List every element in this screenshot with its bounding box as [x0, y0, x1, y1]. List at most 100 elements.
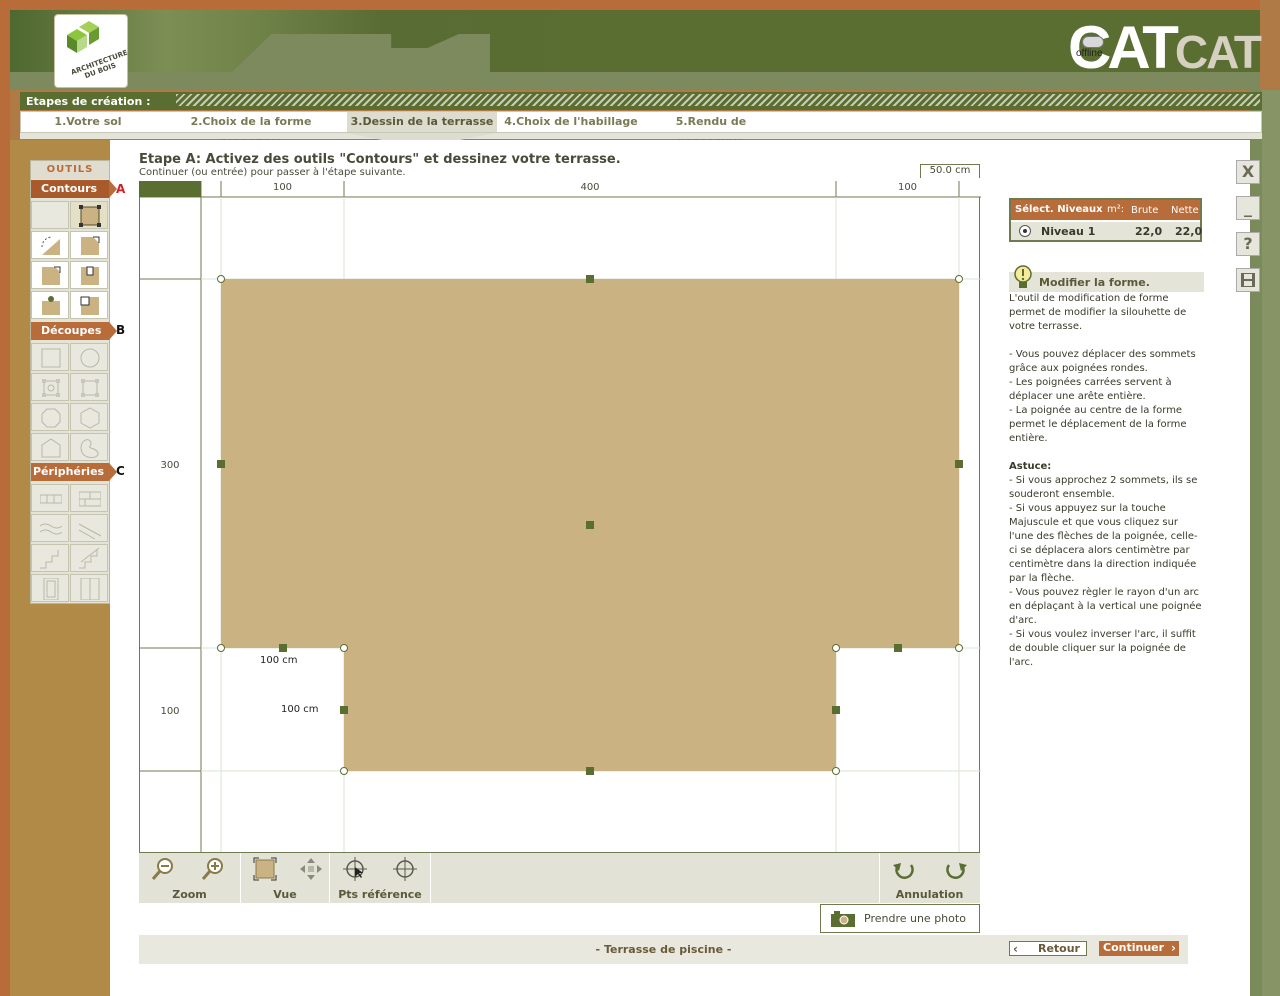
fit-view-button[interactable]: [241, 853, 289, 885]
tool-cut-rect-handles[interactable]: [70, 373, 108, 401]
tab-habillage[interactable]: 4.Choix de l'habillage: [501, 112, 641, 132]
save-button[interactable]: [1236, 268, 1260, 292]
tool-stairs[interactable]: [31, 544, 69, 572]
help-text: L'outil de modification de forme permet …: [1009, 292, 1204, 670]
tool-modify-shape[interactable]: [70, 201, 108, 229]
tool-cut-frame[interactable]: [31, 373, 69, 401]
tool-waves[interactable]: [31, 514, 69, 542]
back-label: Retour: [1037, 942, 1080, 955]
pts-reference-label: Pts référence: [338, 888, 422, 901]
help-button[interactable]: ?: [1236, 232, 1260, 256]
crosshair-icon: [393, 857, 417, 881]
levels-col-brute: Brute: [1131, 205, 1159, 216]
circle-cut-icon: [80, 348, 100, 368]
right-edge: [1262, 90, 1280, 996]
vue-label: Vue: [273, 888, 297, 901]
tool-notch[interactable]: [70, 261, 108, 289]
zoom-in-icon: [201, 858, 223, 880]
level-brute: 22,0: [1135, 225, 1163, 238]
scale-indicator: 50.0 cm: [920, 164, 980, 178]
pan-view-button[interactable]: [287, 853, 335, 885]
rect-handles-icon: [81, 379, 99, 397]
undo-button[interactable]: [881, 853, 929, 885]
reference-point-select-button[interactable]: [331, 853, 379, 885]
tool-cut-circle[interactable]: [70, 343, 108, 371]
levels-panel: Sélect. Niveaux m²: Brute Nette Niveau 1…: [1009, 198, 1202, 242]
architecture-du-bois-logo[interactable]: ARCHITECTURE DU BOIS: [54, 14, 129, 88]
left-border: [0, 0, 10, 996]
tab-rendu[interactable]: 5.Rendu de l'ensemble: [643, 112, 779, 148]
continue-button[interactable]: Continuer ›: [1099, 941, 1179, 956]
tool-door[interactable]: [31, 574, 69, 602]
take-photo-button[interactable]: Prendre une photo: [820, 904, 980, 933]
tools-title: OUTILS: [31, 161, 109, 179]
continue-label: Continuer: [1103, 941, 1165, 954]
status-label: offline: [1076, 48, 1103, 59]
brand-secondary: CAT: [1174, 26, 1262, 78]
tab-votre-sol[interactable]: 1.Votre sol: [21, 112, 155, 132]
tool-bricks[interactable]: [31, 484, 69, 512]
tool-stairs-rail[interactable]: [70, 544, 108, 572]
reference-point-button[interactable]: [381, 853, 429, 885]
tool-diagonal[interactable]: [70, 514, 108, 542]
tool-cut-square[interactable]: [31, 343, 69, 371]
top-border: [0, 0, 1280, 10]
stairs-rail-icon: [79, 548, 100, 569]
tool-remove-corner[interactable]: [70, 291, 108, 319]
zoom-in-button[interactable]: [189, 853, 237, 885]
tool-cut-hexagon[interactable]: [70, 403, 108, 431]
tool-add-point[interactable]: [31, 291, 69, 319]
section-letter-a: A: [116, 182, 126, 196]
zoom-out-button[interactable]: [139, 853, 187, 885]
tool-arc-vertex[interactable]: [31, 231, 69, 259]
steps-shadow: [20, 133, 1262, 139]
help-points: - Vous pouvez déplacer des sommets grâce…: [1009, 349, 1196, 444]
take-photo-label: Prendre une photo: [864, 912, 966, 925]
close-button[interactable]: X: [1236, 160, 1260, 184]
level-radio[interactable]: [1019, 225, 1031, 237]
chevron-left-icon: ‹: [1013, 942, 1018, 956]
section-contours[interactable]: Contours: [31, 180, 117, 198]
annulation-label: Annulation: [895, 888, 964, 901]
stairs-icon: [40, 550, 59, 569]
levels-col-nette: Nette: [1171, 205, 1199, 216]
astuce-text: - Si vous approchez 2 sommets, ils se so…: [1009, 475, 1202, 668]
kidney-cut-icon: [80, 439, 99, 458]
redo-button[interactable]: [931, 853, 979, 885]
lightbulb-icon: [1014, 265, 1032, 288]
help-title: Modifier la forme.: [1039, 276, 1150, 289]
steps-header: Etapes de création :: [20, 92, 1262, 110]
levels-col-select: Sélect. Niveaux: [1015, 204, 1103, 215]
instruction-subtitle: Continuer (ou entrée) pour passer à l'ét…: [139, 167, 406, 178]
tool-cut-kidney[interactable]: [70, 433, 108, 461]
section-peripheries[interactable]: Périphéries: [31, 463, 117, 481]
tool-cut-octagon[interactable]: [31, 403, 69, 431]
tab-forme-predefinie[interactable]: 2.Choix de la forme prédéfinie: [159, 112, 343, 148]
zoom-label: Zoom: [172, 888, 207, 901]
save-disk-icon: [1241, 273, 1255, 287]
tool-cut-corner[interactable]: [70, 231, 108, 259]
camera-icon: [831, 911, 855, 927]
tool-round-corner[interactable]: [31, 261, 69, 289]
pan-arrows-icon: [300, 858, 322, 880]
tool-empty: [31, 201, 69, 229]
door-icon: [43, 578, 59, 600]
minimize-button[interactable]: _: [1236, 196, 1260, 220]
fit-view-icon: [253, 857, 277, 881]
bricks-icon: [40, 494, 62, 504]
back-button[interactable]: ‹ Retour: [1009, 941, 1087, 956]
arc-vertex-icon: [41, 236, 60, 255]
tab-dessin-terrasse[interactable]: 3.Dessin de la terrasse: [347, 112, 497, 132]
tool-gate[interactable]: [70, 574, 108, 602]
section-letter-c: C: [116, 464, 125, 478]
terrace-drawing[interactable]: [139, 181, 981, 853]
level-row[interactable]: Niveau 1 22,0 22,0: [1011, 222, 1202, 240]
dimension-label: 100 cm: [281, 704, 319, 715]
diagonal-icon: [79, 523, 101, 540]
tool-cut-house[interactable]: [31, 433, 69, 461]
gate-icon: [80, 578, 100, 600]
tools-panel: OUTILS Contours Découpes Périphéries: [30, 160, 117, 604]
hexagon-cut-icon: [80, 407, 100, 429]
section-decoupes[interactable]: Découpes: [31, 322, 117, 340]
tool-wall[interactable]: [70, 484, 108, 512]
